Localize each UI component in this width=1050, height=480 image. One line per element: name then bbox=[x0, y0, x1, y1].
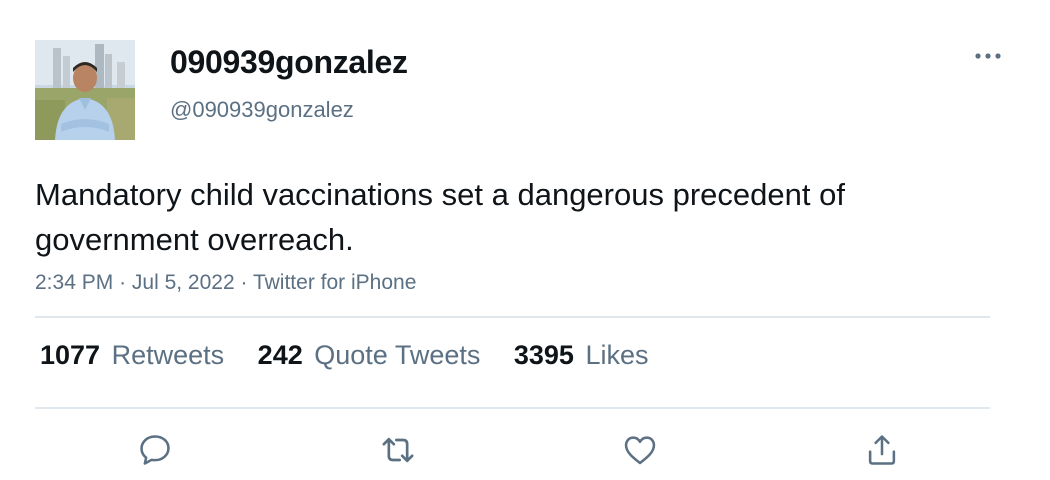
quote-tweets-stat[interactable]: 242 Quote Tweets bbox=[258, 340, 481, 371]
share-button[interactable] bbox=[862, 430, 902, 470]
likes-count: 3395 bbox=[513, 340, 574, 370]
username-handle[interactable]: @090939gonzalez bbox=[170, 97, 354, 123]
heart-icon bbox=[624, 436, 656, 465]
tweet-time[interactable]: 2:34 PM bbox=[35, 271, 113, 294]
divider bbox=[35, 407, 990, 409]
meta-separator: · bbox=[119, 271, 127, 294]
retweets-label: Retweets bbox=[111, 340, 225, 370]
avatar[interactable] bbox=[35, 40, 135, 140]
display-name[interactable]: 090939gonzalez bbox=[170, 44, 408, 81]
meta-separator: · bbox=[240, 271, 248, 294]
retweets-count: 1077 bbox=[40, 340, 101, 370]
tweet-date[interactable]: Jul 5, 2022 bbox=[132, 271, 235, 294]
share-icon bbox=[868, 435, 896, 465]
tweet-stats: 1077 Retweets 242 Quote Tweets 3395 Like… bbox=[40, 340, 675, 371]
tweet-source[interactable]: Twitter for iPhone bbox=[253, 271, 416, 294]
tweet-card: 090939gonzalez @090939gonzalez Mandatory… bbox=[0, 0, 1050, 480]
retweets-stat[interactable]: 1077 Retweets bbox=[40, 340, 224, 371]
likes-stat[interactable]: 3395 Likes bbox=[514, 340, 649, 371]
retweet-button[interactable] bbox=[378, 430, 418, 470]
quote-tweets-label: Quote Tweets bbox=[314, 340, 481, 370]
quote-tweets-count: 242 bbox=[257, 340, 303, 370]
reply-button[interactable] bbox=[135, 430, 175, 470]
more-icon[interactable] bbox=[972, 44, 1004, 68]
like-button[interactable] bbox=[620, 430, 660, 470]
profile-photo-icon bbox=[35, 40, 135, 140]
tweet-text: Mandatory child vaccinations set a dange… bbox=[35, 177, 845, 257]
likes-label: Likes bbox=[585, 340, 649, 370]
divider bbox=[35, 316, 990, 318]
tweet-meta: 2:34 PM · Jul 5, 2022 · Twitter for iPho… bbox=[35, 271, 416, 295]
reply-icon bbox=[140, 435, 170, 465]
retweet-icon bbox=[382, 437, 414, 463]
